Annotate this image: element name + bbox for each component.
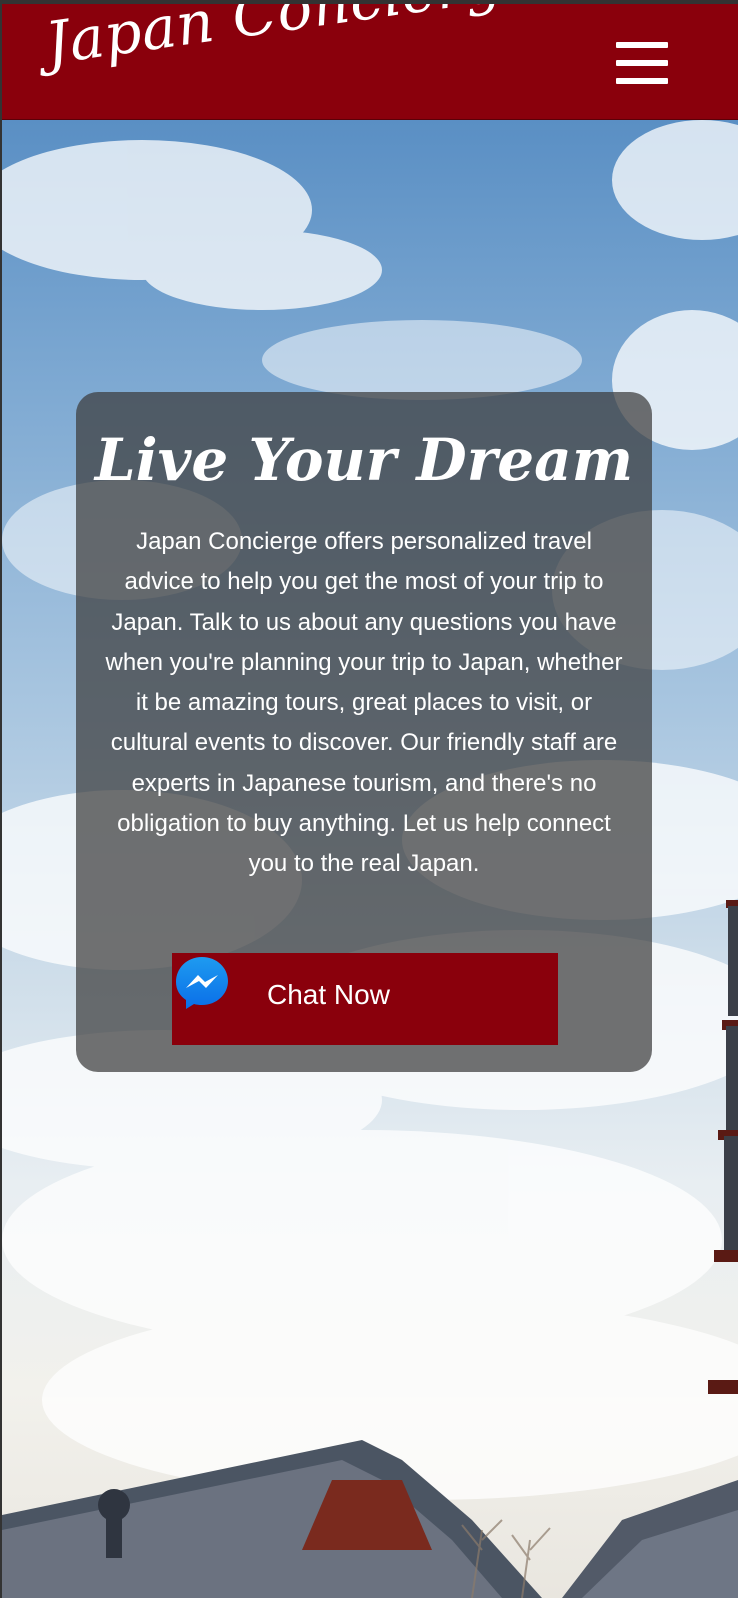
hero-card: Live Your Dream Japan Concierge offers p… [76,392,652,1072]
site-header: Japan Concierge [2,4,738,120]
menu-bar [616,60,668,66]
hero-title: Live Your Dream [94,426,634,494]
hero-description: Japan Concierge offers personalized trav… [105,528,623,878]
messenger-icon [176,957,228,1009]
chat-now-button[interactable]: Chat Now [172,953,558,1045]
menu-bar [616,42,668,48]
hero-background: Live Your Dream Japan Concierge offers p… [2,120,738,1598]
menu-bar [616,78,668,84]
chat-now-label: Chat Now [267,979,390,1010]
hamburger-menu-icon[interactable] [616,42,668,84]
page-frame: Japan Concierge Live Your Dream Japan Co… [2,4,738,1598]
site-logo[interactable]: Japan Concierge [41,4,540,78]
